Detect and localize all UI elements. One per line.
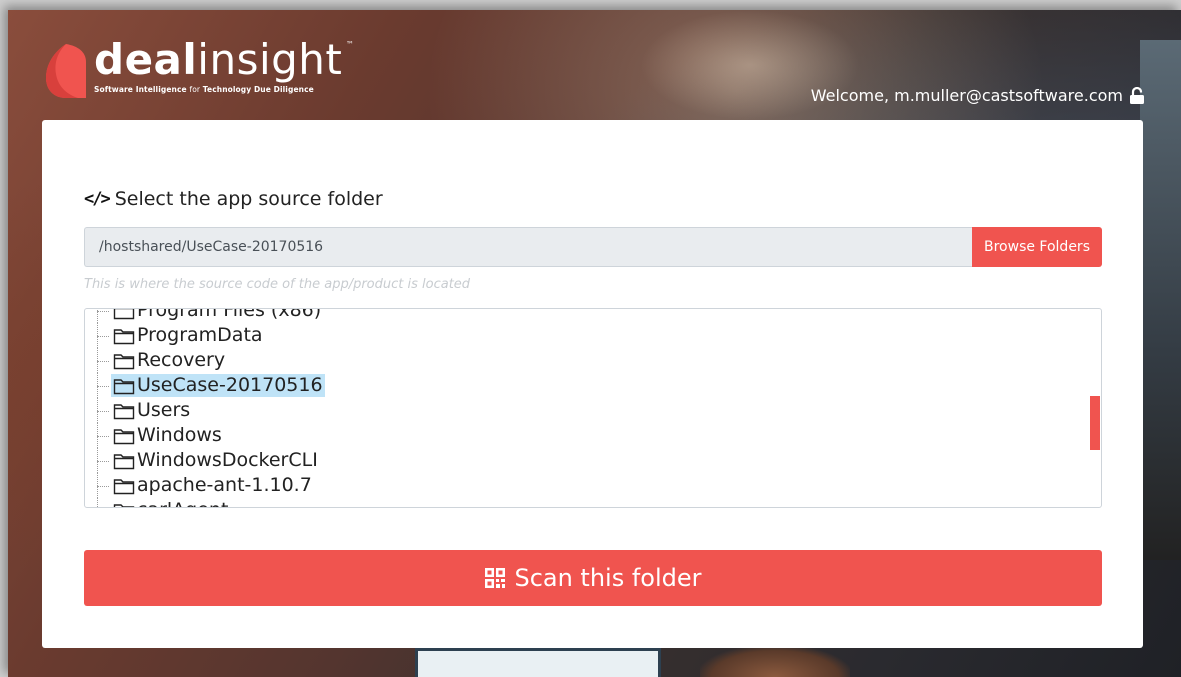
folder-label-wrap[interactable]: WindowsDockerCLI	[111, 449, 320, 472]
tree-scrollbar[interactable]	[1090, 310, 1100, 506]
dealinsight-logo: dealinsight ™ Software Intelligence for …	[44, 36, 364, 102]
logo-tagline: Software Intelligence for Technology Due…	[94, 85, 314, 94]
background-person	[700, 646, 850, 677]
folder-icon	[113, 453, 135, 469]
browse-folders-button[interactable]: Browse Folders	[972, 227, 1102, 267]
source-path-input[interactable]	[84, 227, 972, 267]
section-title-text: Select the app source folder	[114, 188, 383, 210]
folder-icon	[113, 328, 135, 344]
folder-label-wrap[interactable]: ProgramData	[111, 324, 265, 347]
logo-word-light: insight	[197, 35, 343, 84]
folder-name: UseCase-20170516	[137, 374, 323, 396]
tree-branch-line	[97, 423, 111, 448]
tree-branch-line	[97, 348, 111, 373]
tree-branch-line	[97, 323, 111, 348]
folder-name: ProgramData	[137, 324, 263, 346]
app-window: dealinsight ™ Software Intelligence for …	[0, 0, 1181, 677]
folder-name: apache-ant-1.10.7	[137, 474, 312, 496]
logo-trademark: ™	[346, 40, 354, 49]
folder-label-wrap[interactable]: Recovery	[111, 349, 227, 372]
tagline-connector: for	[189, 85, 201, 94]
path-help-text: This is where the source code of the app…	[84, 277, 471, 292]
folder-name: Program Files (x86)	[137, 308, 322, 321]
tree-branch-line	[97, 398, 111, 423]
folder-icon	[113, 478, 135, 494]
tagline-part-b: Technology Due Diligence	[202, 85, 314, 94]
folder-tree-item[interactable]: Recovery	[85, 348, 1075, 373]
folder-label-wrap[interactable]: Users	[111, 399, 192, 422]
tree-scrollbar-thumb[interactable]	[1090, 396, 1100, 450]
folder-tree[interactable]: Program Files (x86) ProgramData Recovery Us…	[84, 308, 1102, 508]
tree-branch-line	[97, 473, 111, 498]
tree-branch-line	[97, 309, 111, 323]
folder-tree-item[interactable]: apache-ant-1.10.7	[85, 473, 1075, 498]
folder-tree-item[interactable]: ProgramData	[85, 323, 1075, 348]
logo-word-bold: deal	[94, 35, 198, 84]
logo-wordmark: dealinsight	[94, 36, 342, 84]
tree-branch-line	[97, 448, 111, 473]
folder-tree-item[interactable]: carlAgent	[85, 498, 1075, 507]
folder-label-wrap[interactable]: apache-ant-1.10.7	[111, 474, 314, 497]
folder-name: WindowsDockerCLI	[137, 449, 318, 471]
folder-tree-item[interactable]: UseCase-20170516	[85, 373, 1075, 398]
folder-tree-list: Program Files (x86) ProgramData Recovery Us…	[85, 308, 1075, 507]
folder-name: Recovery	[137, 349, 226, 371]
folder-tree-item[interactable]: WindowsDockerCLI	[85, 448, 1075, 473]
folder-name: carlAgent	[137, 499, 228, 507]
folder-icon	[113, 403, 135, 419]
folder-label-wrap[interactable]: UseCase-20170516	[111, 374, 325, 397]
folder-icon	[113, 353, 135, 369]
logo-mark-icon	[46, 44, 86, 98]
scan-folder-label: Scan this folder	[514, 564, 702, 592]
tree-branch-line	[97, 498, 111, 507]
qrcode-icon	[485, 568, 506, 588]
section-title: </> Select the app source folder	[84, 188, 383, 210]
folder-name: Users	[137, 399, 191, 421]
folder-selection-panel: </> Select the app source folder Browse …	[42, 120, 1143, 648]
folder-tree-item[interactable]: Program Files (x86)	[85, 308, 1075, 323]
code-icon: </>	[84, 189, 111, 209]
folder-label-wrap[interactable]: Windows	[111, 424, 224, 447]
folder-icon	[113, 378, 135, 394]
folder-name: Windows	[137, 424, 222, 446]
folder-icon	[113, 428, 135, 444]
folder-tree-item[interactable]: Windows	[85, 423, 1075, 448]
path-input-group: Browse Folders	[84, 227, 1102, 267]
welcome-area: Welcome, m.muller@castsoftware.com	[811, 86, 1145, 105]
folder-tree-item[interactable]: Users	[85, 398, 1075, 423]
tagline-part-a: Software Intelligence	[94, 85, 187, 94]
welcome-text: Welcome, m.muller@castsoftware.com	[810, 86, 1123, 105]
folder-icon	[113, 309, 135, 319]
folder-label-wrap[interactable]: carlAgent	[111, 499, 230, 507]
folder-label-wrap[interactable]: Program Files (x86)	[111, 308, 323, 322]
background-laptop-screen	[415, 648, 661, 677]
background-monitor	[1140, 40, 1181, 560]
scan-folder-button[interactable]: Scan this folder	[84, 550, 1102, 606]
unlock-icon[interactable]	[1129, 86, 1145, 105]
folder-icon	[113, 503, 135, 507]
tree-branch-line	[97, 373, 111, 398]
